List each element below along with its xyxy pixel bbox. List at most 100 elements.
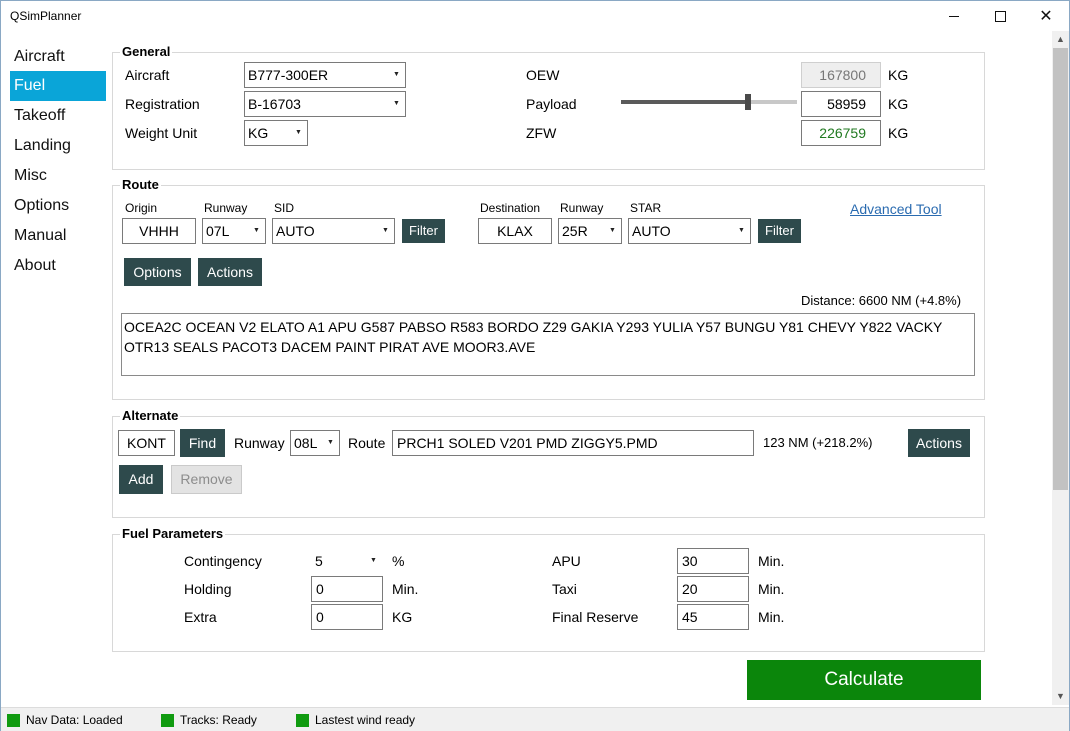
contingency-select[interactable]: 5 ▼ xyxy=(311,548,383,574)
origin-runway-label: Runway xyxy=(204,201,248,215)
registration-value: B-16703 xyxy=(248,96,301,112)
payload-unit: KG xyxy=(888,96,909,112)
dest-runway-label: Runway xyxy=(560,201,604,215)
alternate-runway-select[interactable]: 08L ▼ xyxy=(290,430,340,456)
status-ok-icon xyxy=(161,713,174,727)
minimize-icon xyxy=(949,15,959,17)
nav-item-takeoff[interactable]: Takeoff xyxy=(10,101,106,131)
alternate-actions-button[interactable]: Actions xyxy=(908,429,970,457)
sid-value: AUTO xyxy=(276,223,315,239)
route-options-button[interactable]: Options xyxy=(124,258,191,286)
payload-field[interactable]: 58959 xyxy=(801,91,881,117)
payload-slider-thumb[interactable] xyxy=(745,94,751,110)
nav-item-about[interactable]: About xyxy=(10,251,106,281)
calculate-button[interactable]: Calculate xyxy=(747,660,981,700)
extra-input[interactable]: 0 xyxy=(311,604,383,630)
star-label: STAR xyxy=(630,201,662,215)
chevron-down-icon: ▼ xyxy=(253,227,260,234)
sid-select[interactable]: AUTO ▼ xyxy=(272,218,395,244)
sid-filter-button[interactable]: Filter xyxy=(402,219,445,243)
taxi-unit: Min. xyxy=(758,581,785,597)
alternate-title: Alternate xyxy=(120,408,181,423)
status-ok-icon xyxy=(7,713,20,727)
taxi-label: Taxi xyxy=(552,581,577,597)
star-value: AUTO xyxy=(632,223,671,239)
holding-label: Holding xyxy=(184,581,232,597)
status-ok-icon xyxy=(296,713,309,727)
route-distance: Distance: 6600 NM (+4.8%) xyxy=(801,293,962,308)
registration-select[interactable]: B-16703 ▼ xyxy=(244,91,406,117)
dest-runway-value: 25R xyxy=(562,223,588,239)
chevron-down-icon: ▼ xyxy=(738,227,745,234)
apu-input[interactable]: 30 xyxy=(677,548,749,574)
title-bar: QSimPlanner ✕ xyxy=(1,1,1069,31)
chevron-down-icon: ▼ xyxy=(609,227,616,234)
destination-input[interactable]: KLAX xyxy=(478,218,552,244)
add-alternate-button[interactable]: Add xyxy=(119,465,163,494)
payload-slider[interactable] xyxy=(621,100,797,104)
apu-label: APU xyxy=(552,553,581,569)
general-title: General xyxy=(120,44,173,59)
sid-label: SID xyxy=(274,201,295,215)
extra-unit: KG xyxy=(392,609,413,625)
weight-unit-select[interactable]: KG ▼ xyxy=(244,120,308,146)
chevron-down-icon: ▼ xyxy=(393,71,400,78)
nav-item-options[interactable]: Options xyxy=(10,191,106,221)
close-button[interactable]: ✕ xyxy=(1023,1,1069,31)
alternate-runway-value: 08L xyxy=(294,435,318,451)
maximize-button[interactable] xyxy=(977,1,1023,31)
holding-unit: Min. xyxy=(392,581,419,597)
aircraft-value: B777-300ER xyxy=(248,67,329,83)
maximize-icon xyxy=(994,10,1006,22)
scrollbar-thumb[interactable] xyxy=(1053,48,1068,490)
aircraft-select[interactable]: B777-300ER ▼ xyxy=(244,62,406,88)
chevron-down-icon: ▼ xyxy=(382,227,389,234)
alternate-find-button[interactable]: Find xyxy=(180,429,225,457)
origin-input[interactable]: VHHH xyxy=(122,218,196,244)
extra-label: Extra xyxy=(184,609,217,625)
origin-runway-select[interactable]: 07L ▼ xyxy=(202,218,266,244)
holding-input[interactable]: 0 xyxy=(311,576,383,602)
fuel-params-title: Fuel Parameters xyxy=(120,526,226,541)
dest-runway-select[interactable]: 25R ▼ xyxy=(558,218,622,244)
alternate-runway-label: Runway xyxy=(234,435,285,451)
status-tracks: Tracks: Ready xyxy=(161,713,257,727)
alternate-route-input[interactable]: PRCH1 SOLED V201 PMD ZIGGY5.PMD xyxy=(392,430,754,456)
zfw-unit: KG xyxy=(888,125,909,141)
alternate-distance: 123 NM (+218.2%) xyxy=(763,435,873,450)
status-nav-data: Nav Data: Loaded xyxy=(7,713,123,727)
vertical-scrollbar[interactable]: ▲ ▼ xyxy=(1052,31,1069,705)
final-reserve-label: Final Reserve xyxy=(552,609,639,625)
nav-item-aircraft[interactable]: Aircraft xyxy=(10,42,106,72)
nav-item-landing[interactable]: Landing xyxy=(10,131,106,161)
payload-slider-fill xyxy=(621,100,748,104)
alternate-icao-input[interactable]: KONT xyxy=(118,430,175,456)
status-tracks-text: Tracks: Ready xyxy=(180,713,257,727)
contingency-unit: % xyxy=(392,553,405,569)
fuel-params-group xyxy=(112,534,985,652)
route-actions-button[interactable]: Actions xyxy=(198,258,262,286)
scroll-down-icon[interactable]: ▼ xyxy=(1052,688,1069,705)
alternate-route-label: Route xyxy=(348,435,386,451)
scroll-up-icon[interactable]: ▲ xyxy=(1052,31,1069,48)
advanced-tool-link[interactable]: Advanced Tool xyxy=(850,201,942,217)
nav-item-manual[interactable]: Manual xyxy=(10,221,106,251)
star-filter-button[interactable]: Filter xyxy=(758,219,801,243)
final-reserve-input[interactable]: 45 xyxy=(677,604,749,630)
taxi-input[interactable]: 20 xyxy=(677,576,749,602)
chevron-down-icon: ▼ xyxy=(393,100,400,107)
minimize-button[interactable] xyxy=(931,1,977,31)
window-title: QSimPlanner xyxy=(10,9,82,23)
weight-unit-value: KG xyxy=(248,125,269,141)
nav-item-misc[interactable]: Misc xyxy=(10,161,106,191)
nav-item-fuel[interactable]: Fuel xyxy=(10,71,106,101)
remove-alternate-button[interactable]: Remove xyxy=(171,465,242,494)
contingency-label: Contingency xyxy=(184,553,262,569)
weight-unit-label: Weight Unit xyxy=(125,125,198,141)
route-textbox[interactable]: OCEA2C OCEAN V2 ELATO A1 APU G587 PABSO … xyxy=(121,313,975,376)
status-bar: Nav Data: Loaded Tracks: Ready Lastest w… xyxy=(1,707,1069,731)
star-select[interactable]: AUTO ▼ xyxy=(628,218,751,244)
chevron-down-icon: ▼ xyxy=(370,557,377,564)
destination-label: Destination xyxy=(480,201,541,215)
route-title: Route xyxy=(120,177,161,192)
